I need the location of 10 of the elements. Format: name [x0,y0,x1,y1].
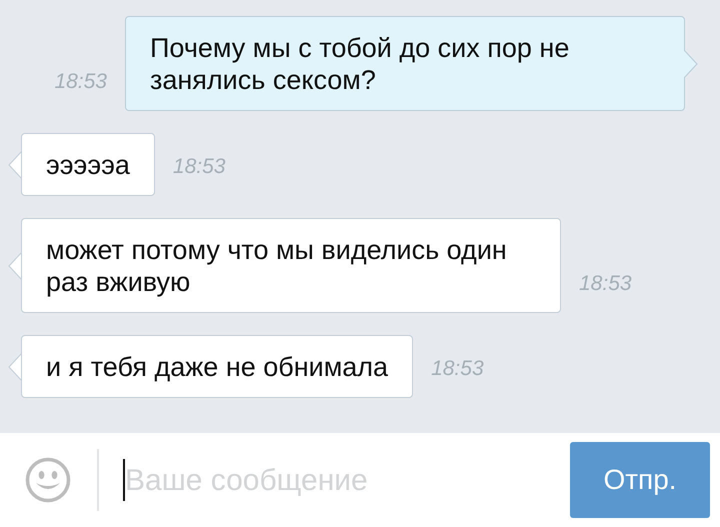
message-text: Почему мы с тобой до сих пор не занялись сексом? [150,33,570,95]
message-time: 18:53 [430,356,485,382]
message-text: и я тебя даже не обнимала [46,352,388,382]
message-text: эээээа [46,150,130,180]
message-time: 18:53 [172,154,226,180]
message-time: 18:53 [578,270,633,296]
emoji-icon[interactable] [25,457,71,503]
message-time: 18:53 [53,68,108,94]
send-button[interactable]: Отпр. [570,442,710,518]
message-text: может потому что мы виделись один раз вживую [46,235,507,297]
